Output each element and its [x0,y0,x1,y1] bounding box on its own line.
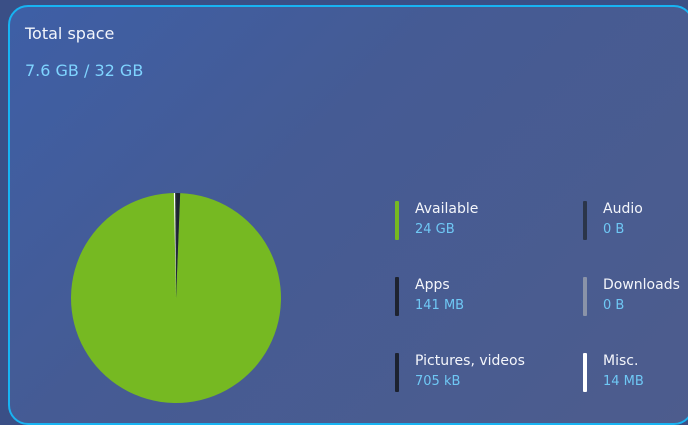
legend-value-audio: 0 B [603,222,625,237]
legend-value-available: 24 GB [415,222,455,237]
legend-label-apps: Apps [415,277,450,293]
storage-pie-chart [70,192,282,404]
legend-swatch-pictures-videos [395,353,399,392]
storage-card[interactable]: Total space 7.6 GB / 32 GB Available 24 … [8,5,688,425]
legend-swatch-misc [583,353,587,392]
legend-swatch-apps [395,277,399,316]
legend-label-downloads: Downloads [603,277,680,293]
legend-label-audio: Audio [603,201,643,217]
legend-value-pictures-videos: 705 kB [415,374,461,389]
legend-swatch-downloads [583,277,587,316]
legend-value-misc: 14 MB [603,374,644,389]
pie-svg [70,193,281,403]
legend-value-apps: 141 MB [415,298,465,313]
legend-swatch-audio [583,201,587,240]
legend-label-pictures-videos: Pictures, videos [415,353,525,369]
legend-swatch-available [395,201,399,240]
legend-label-misc: Misc. [603,353,639,369]
legend-value-downloads: 0 B [603,298,625,313]
storage-title: Total space [25,24,115,43]
storage-usage: 7.6 GB / 32 GB [25,61,144,80]
legend-label-available: Available [415,201,479,217]
